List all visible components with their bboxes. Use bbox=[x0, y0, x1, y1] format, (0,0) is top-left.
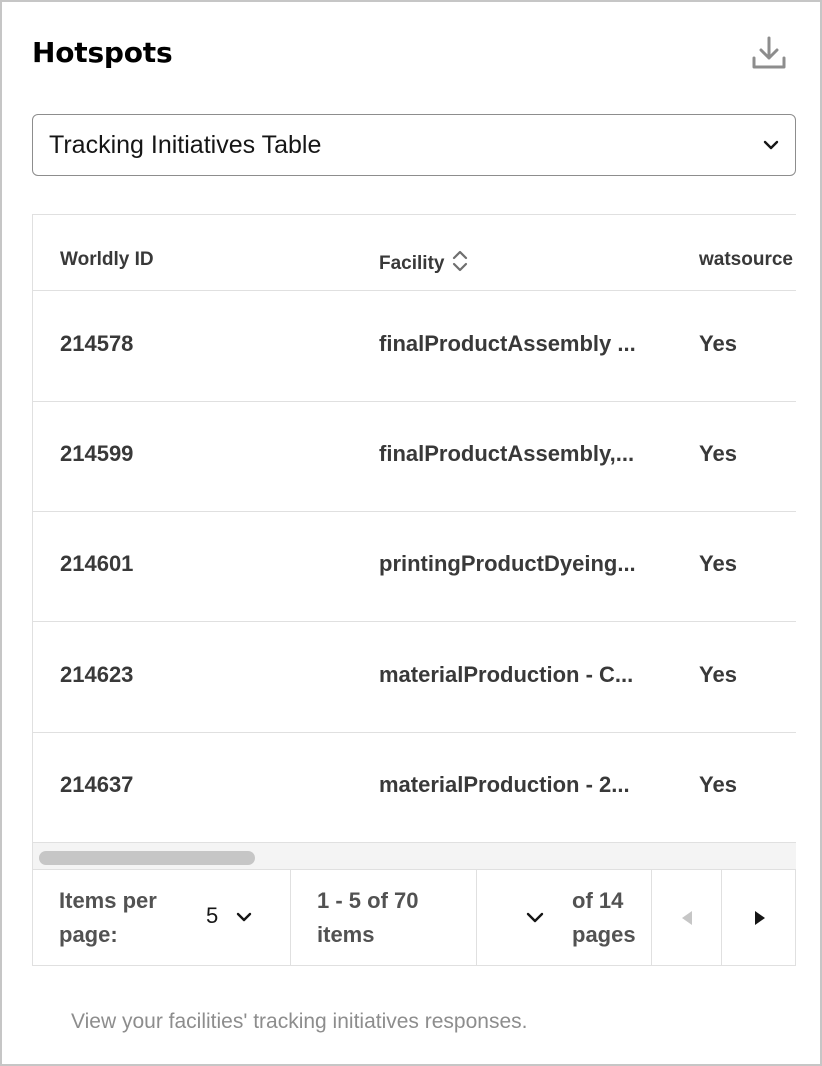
items-per-page-select[interactable]: 5 bbox=[203, 900, 263, 934]
next-page-cell bbox=[722, 870, 797, 965]
cell-worldly-id: 214578 bbox=[60, 331, 134, 356]
page-select-cell: of 14 pages bbox=[477, 870, 652, 965]
next-page-button[interactable] bbox=[722, 870, 797, 965]
item-range-cell: 1 - 5 of 70 items bbox=[291, 870, 477, 965]
table-row[interactable]: 214623 materialProduction - C... Yes bbox=[33, 622, 796, 733]
data-table: Worldly ID Facility watsource 214578 fin… bbox=[32, 214, 796, 870]
item-range-text: 1 - 5 of 70 items bbox=[317, 888, 419, 947]
column-header-watsource: watsource bbox=[699, 249, 793, 271]
cell-facility: printingProductDyeing... bbox=[379, 551, 636, 576]
table-row[interactable]: 214637 materialProduction - 2... Yes bbox=[33, 732, 796, 843]
prev-page-cell bbox=[652, 870, 722, 965]
items-per-page-cell: Items per page: 5 bbox=[33, 870, 291, 965]
table-row[interactable]: 214601 printingProductDyeing... Yes bbox=[33, 511, 796, 622]
cell-facility: materialProduction - C... bbox=[379, 662, 634, 687]
hotspots-card: Hotspots Tracking Initiatives Table Worl… bbox=[0, 0, 822, 1066]
table-row[interactable]: 214599 finalProductAssembly,... Yes bbox=[33, 401, 796, 512]
view-select-value: Tracking Initiatives Table bbox=[49, 131, 322, 159]
chevron-down-icon bbox=[763, 140, 779, 150]
items-per-page-label: Items per page: bbox=[59, 888, 157, 947]
scrollbar-thumb[interactable] bbox=[39, 851, 255, 865]
caret-right-icon bbox=[754, 910, 765, 925]
column-header-label: Facility bbox=[379, 253, 445, 274]
prev-page-button[interactable] bbox=[652, 870, 721, 965]
table-row[interactable]: 214578 finalProductAssembly ... Yes bbox=[33, 291, 796, 402]
items-per-page-value: 5 bbox=[206, 903, 219, 928]
card-title: Hotspots bbox=[32, 36, 173, 69]
cell-facility: materialProduction - 2... bbox=[379, 772, 630, 797]
horizontal-scrollbar[interactable] bbox=[33, 842, 796, 869]
cell-watsource: Yes bbox=[699, 331, 737, 356]
cell-watsource: Yes bbox=[699, 772, 737, 797]
page-select-chevron-down-icon[interactable] bbox=[523, 906, 547, 930]
cell-worldly-id: 214623 bbox=[60, 662, 134, 687]
card-footnote: View your facilities' tracking initiativ… bbox=[71, 1010, 528, 1033]
column-header-label: Worldly ID bbox=[60, 249, 154, 270]
cell-facility: finalProductAssembly ... bbox=[379, 331, 636, 356]
column-header-facility[interactable]: Facility bbox=[379, 249, 468, 275]
column-header-worldly-id: Worldly ID bbox=[60, 249, 154, 271]
download-button[interactable] bbox=[750, 34, 788, 72]
cell-worldly-id: 214599 bbox=[60, 441, 134, 466]
column-header-label: watsource bbox=[699, 249, 793, 270]
view-select[interactable]: Tracking Initiatives Table bbox=[32, 114, 796, 176]
cell-worldly-id: 214601 bbox=[60, 551, 134, 576]
cell-watsource: Yes bbox=[699, 662, 737, 687]
cell-facility: finalProductAssembly,... bbox=[379, 441, 635, 466]
cell-worldly-id: 214637 bbox=[60, 772, 134, 797]
caret-left-icon bbox=[681, 910, 692, 925]
cell-watsource: Yes bbox=[699, 551, 737, 576]
chevron-down-icon bbox=[236, 912, 252, 922]
download-icon bbox=[752, 36, 786, 69]
table-header: Worldly ID Facility watsource bbox=[33, 215, 796, 291]
pagination: Items per page: 5 1 - 5 of 70 items of 1… bbox=[32, 870, 796, 966]
cell-watsource: Yes bbox=[699, 441, 737, 466]
total-pages-text: of 14 pages bbox=[572, 888, 636, 947]
card-header: Hotspots bbox=[32, 34, 790, 74]
sort-icon[interactable] bbox=[452, 249, 468, 273]
